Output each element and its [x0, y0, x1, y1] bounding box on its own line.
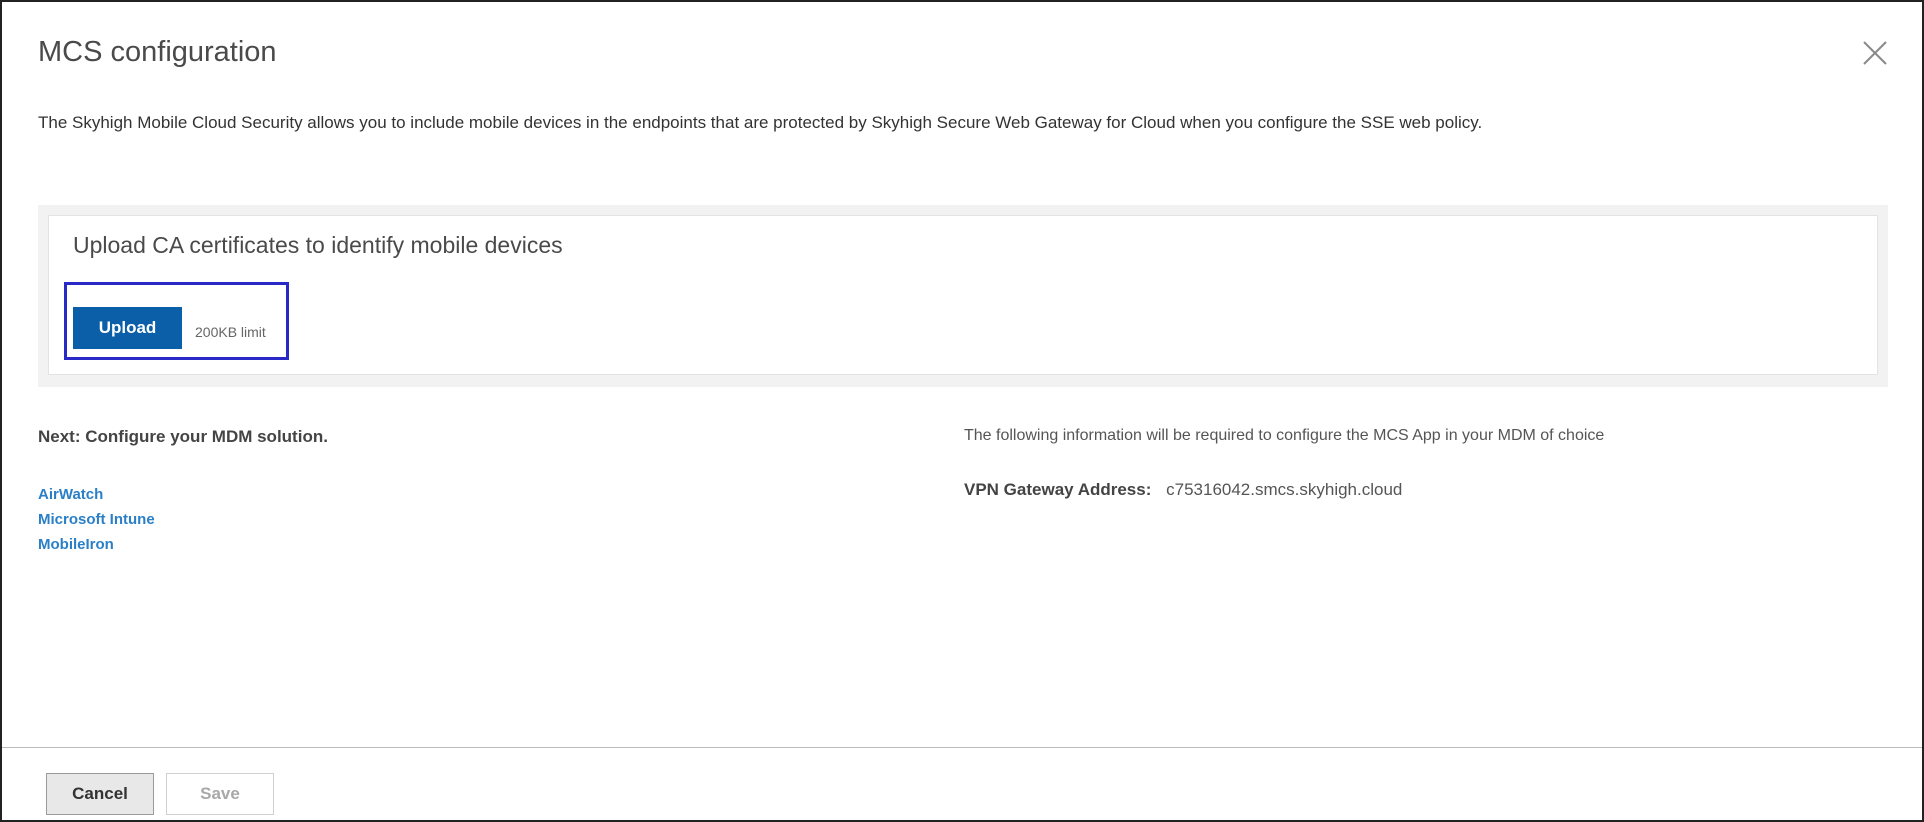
mcs-configuration-dialog: MCS configuration The Skyhigh Mobile Clo…	[0, 0, 1924, 822]
microsoft-intune-link[interactable]: Microsoft Intune	[38, 511, 155, 528]
vpn-gateway-row: VPN Gateway Address: c75316042.smcs.skyh…	[964, 480, 1402, 500]
close-icon	[1863, 41, 1887, 65]
mdm-heading: Next: Configure your MDM solution.	[38, 427, 328, 446]
airwatch-link[interactable]: AirWatch	[38, 486, 103, 503]
mdm-info-text: The following information will be requir…	[964, 427, 1605, 444]
mdm-link-item: AirWatch	[38, 482, 155, 507]
cancel-button[interactable]: Cancel	[46, 773, 154, 815]
mobileiron-link[interactable]: MobileIron	[38, 536, 114, 553]
upload-size-limit: 200KB limit	[195, 324, 266, 340]
mdm-links-list: AirWatch Microsoft Intune MobileIron	[38, 482, 155, 557]
mdm-link-item: Microsoft Intune	[38, 507, 155, 532]
mdm-link-item: MobileIron	[38, 532, 155, 557]
footer-divider	[2, 747, 1922, 748]
upload-certificates-panel: Upload CA certificates to identify mobil…	[48, 215, 1878, 375]
upload-button[interactable]: Upload	[73, 307, 182, 349]
close-button[interactable]	[1860, 38, 1890, 68]
save-button[interactable]: Save	[166, 773, 274, 815]
upload-heading: Upload CA certificates to identify mobil…	[73, 232, 563, 258]
vpn-gateway-value: c75316042.smcs.skyhigh.cloud	[1166, 480, 1403, 499]
dialog-title: MCS configuration	[38, 36, 277, 68]
upload-certificates-section: Upload CA certificates to identify mobil…	[38, 205, 1888, 387]
vpn-gateway-label: VPN Gateway Address:	[964, 480, 1152, 499]
dialog-description: The Skyhigh Mobile Cloud Security allows…	[38, 113, 1483, 132]
